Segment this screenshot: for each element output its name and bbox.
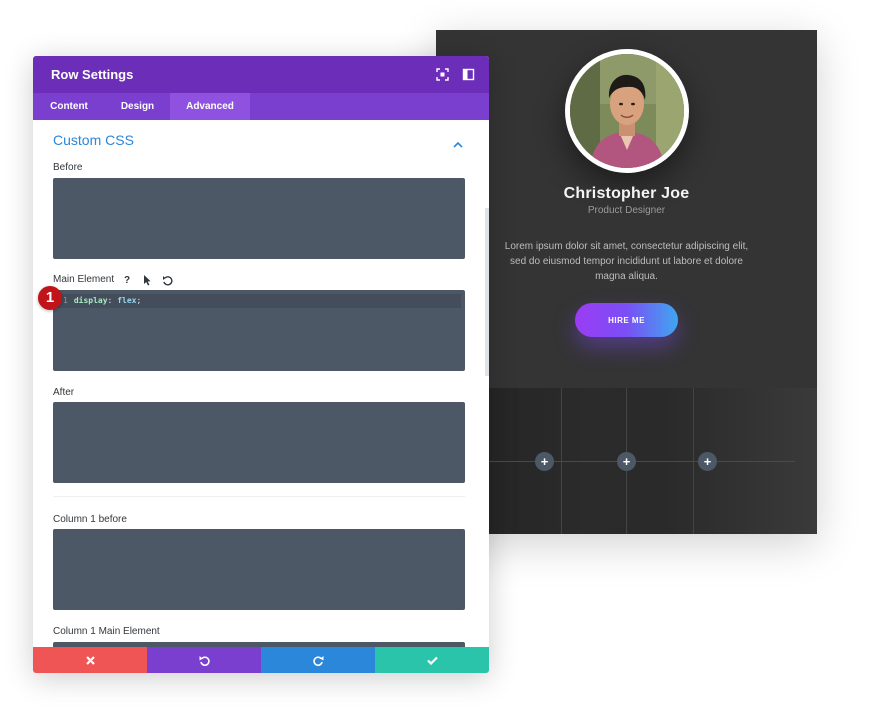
modal-header: Row Settings bbox=[33, 56, 489, 93]
pointer-icon[interactable] bbox=[141, 274, 153, 286]
field-tools: ? bbox=[121, 274, 173, 286]
tab-advanced[interactable]: Advanced bbox=[170, 93, 250, 120]
css-property: display bbox=[73, 296, 108, 305]
sidebar-toggle-icon[interactable] bbox=[462, 68, 475, 81]
css-colon: : bbox=[107, 296, 113, 305]
redo-button[interactable] bbox=[261, 647, 375, 673]
close-icon bbox=[85, 655, 95, 665]
tab-design[interactable]: Design bbox=[105, 93, 170, 120]
modal-title: Row Settings bbox=[51, 67, 134, 82]
css-value: flex bbox=[117, 296, 137, 305]
add-module-button[interactable]: + bbox=[535, 452, 554, 471]
css-editor-column-1-before[interactable] bbox=[53, 529, 465, 610]
css-editor-after[interactable] bbox=[53, 402, 465, 483]
modal-tabs: Content Design Advanced bbox=[33, 93, 489, 120]
fullscreen-icon[interactable] bbox=[436, 68, 449, 81]
avatar-frame bbox=[565, 49, 689, 173]
redo-icon bbox=[312, 655, 323, 666]
divider bbox=[53, 496, 465, 497]
discard-button[interactable] bbox=[33, 647, 147, 673]
annotation-badge: 1 bbox=[38, 286, 62, 310]
avatar-photo bbox=[570, 54, 684, 168]
undo-icon bbox=[199, 655, 210, 666]
field-label-main-element: Main Element bbox=[53, 274, 115, 285]
field-label-column-1-main-element: Column 1 Main Element bbox=[53, 626, 160, 637]
avatar bbox=[570, 54, 684, 168]
profile-name: Christopher Joe bbox=[563, 185, 690, 202]
tab-content[interactable]: Content bbox=[33, 93, 105, 120]
canvas: Christopher Joe Product Designer Lorem i… bbox=[0, 0, 880, 710]
field-label-column-1-before: Column 1 before bbox=[53, 514, 127, 525]
profile-section: Christopher Joe Product Designer Lorem i… bbox=[436, 30, 817, 388]
profile-preview-card: Christopher Joe Product Designer Lorem i… bbox=[436, 30, 817, 534]
css-semicolon: ; bbox=[136, 296, 142, 305]
modal-body: Custom CSS Before Main Element ? 1 displa… bbox=[33, 120, 489, 647]
css-editor-before[interactable] bbox=[53, 178, 465, 259]
help-icon[interactable]: ? bbox=[121, 274, 133, 286]
field-label-before: Before bbox=[53, 162, 83, 173]
code-line[interactable]: 1 display: flex; bbox=[57, 294, 461, 308]
reset-icon[interactable] bbox=[161, 274, 173, 286]
field-label-after: After bbox=[53, 387, 75, 398]
check-icon bbox=[426, 656, 438, 665]
scrollbar[interactable] bbox=[485, 208, 489, 376]
add-module-button[interactable]: + bbox=[698, 452, 717, 471]
profile-bio: Lorem ipsum dolor sit amet, consectetur … bbox=[504, 241, 749, 282]
section-title[interactable]: Custom CSS bbox=[53, 132, 134, 148]
row-settings-modal: Row Settings Content Design Advanced Cus… bbox=[33, 56, 489, 673]
css-editor-main-element[interactable]: 1 display: flex; bbox=[53, 290, 465, 371]
chevron-up-icon[interactable] bbox=[453, 135, 463, 153]
save-button[interactable] bbox=[375, 647, 489, 673]
hire-me-button[interactable]: HIRE ME bbox=[575, 303, 678, 337]
undo-button[interactable] bbox=[147, 647, 261, 673]
modal-footer bbox=[33, 647, 489, 673]
profile-role: Product Designer bbox=[587, 205, 666, 216]
add-module-button[interactable]: + bbox=[617, 452, 636, 471]
empty-row-section: + + + bbox=[436, 388, 817, 534]
